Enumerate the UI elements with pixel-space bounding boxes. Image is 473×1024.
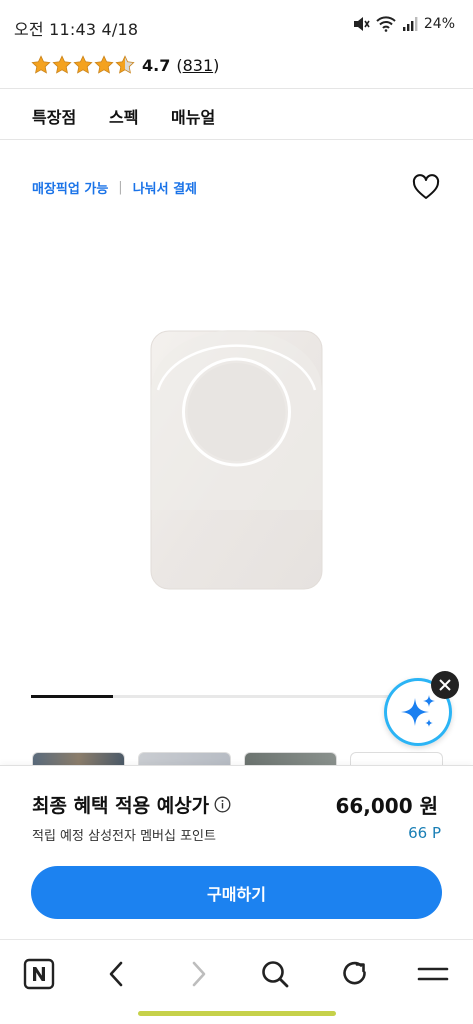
back-icon	[109, 961, 123, 987]
store-pickup-label[interactable]: 매장픽업 가능	[32, 178, 108, 197]
purchase-options: 매장픽업 가능 | 나눠서 결제	[32, 178, 197, 197]
forward-button[interactable]	[180, 956, 216, 992]
menu-icon	[417, 967, 449, 981]
browser-toolbar	[0, 939, 473, 1009]
review-count-close: )	[213, 55, 220, 75]
menu-button[interactable]	[415, 956, 451, 992]
price-panel: 최종 혜택 적용 예상가 66,000 원 적립 예정 삼성전자 멤버십 포인트…	[0, 765, 473, 939]
thumbnail[interactable]	[138, 752, 231, 766]
thumbnail[interactable]	[350, 752, 443, 766]
thumbnail-strip	[32, 752, 443, 766]
review-count: 831	[182, 55, 214, 75]
review-count-link[interactable]: (831)	[176, 56, 219, 75]
thumbnail[interactable]	[244, 752, 337, 766]
carousel-progress	[31, 695, 442, 698]
tab-features[interactable]: 특장점	[32, 104, 76, 128]
thumbnail[interactable]	[32, 752, 125, 766]
mute-icon	[353, 17, 370, 31]
signal-icon	[402, 17, 418, 31]
carousel-progress-fill	[31, 695, 114, 698]
star-icon	[94, 55, 114, 74]
buy-button[interactable]: 구매하기	[31, 866, 442, 919]
ai-close-button[interactable]	[431, 671, 459, 699]
rating-row: 4.7 (831)	[31, 53, 219, 77]
product-image[interactable]	[150, 330, 323, 590]
final-price-title: 최종 혜택 적용 예상가	[32, 791, 231, 818]
star-icon	[115, 55, 135, 74]
home-button[interactable]	[21, 956, 57, 992]
final-price-label: 최종 혜택 적용 예상가	[32, 795, 210, 817]
refresh-icon	[343, 961, 366, 985]
separator: |	[118, 180, 123, 195]
heart-icon[interactable]	[411, 172, 441, 202]
split-payment-label[interactable]: 나눠서 결제	[133, 178, 197, 197]
star-rating	[31, 55, 135, 75]
star-icon	[52, 55, 72, 74]
forward-icon	[192, 961, 206, 987]
close-icon	[439, 679, 451, 691]
search-icon	[262, 961, 289, 988]
points-value: 66 P	[408, 824, 441, 842]
status-icons: 24%	[352, 16, 455, 32]
star-icon	[31, 55, 51, 74]
tab-manual[interactable]: 매뉴얼	[171, 104, 215, 128]
wifi-icon	[376, 16, 396, 32]
sparkle-icon	[401, 695, 435, 727]
home-indicator[interactable]	[138, 1011, 336, 1016]
points-label: 적립 예정 삼성전자 멤버십 포인트	[32, 829, 216, 844]
refresh-button[interactable]	[337, 956, 373, 992]
star-icon	[73, 55, 93, 74]
tab-specs[interactable]: 스펙	[109, 104, 138, 128]
final-price: 66,000 원	[335, 794, 438, 818]
product-tabs: 특장점 스펙 매뉴얼	[0, 88, 473, 140]
status-bar: 오전 11:43 4/18 24%	[0, 0, 473, 50]
battery-level: 24%	[423, 16, 455, 32]
search-button[interactable]	[257, 956, 293, 992]
rating-score: 4.7	[142, 55, 171, 75]
naver-home-icon	[23, 958, 55, 990]
info-icon[interactable]	[214, 796, 231, 813]
status-time: 오전 11:43 4/18	[14, 20, 139, 39]
back-button[interactable]	[99, 956, 135, 992]
